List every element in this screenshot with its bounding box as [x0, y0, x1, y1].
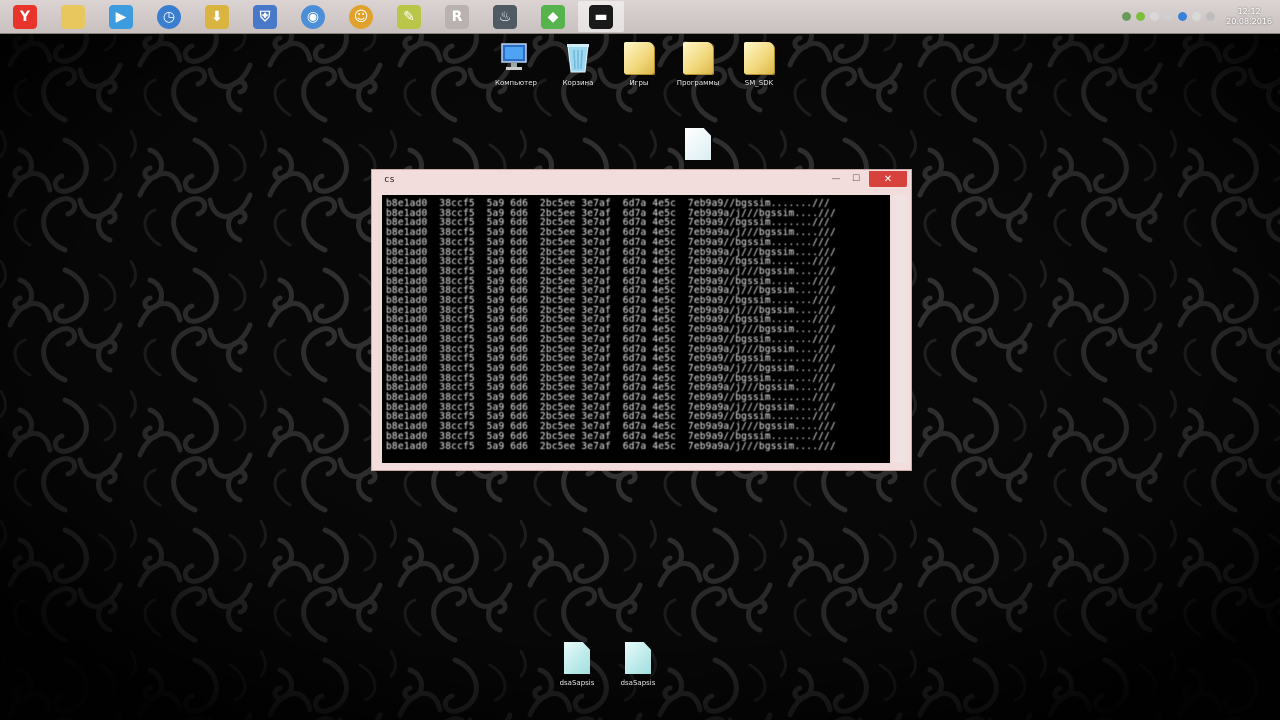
- desktop-icon-recycle-bin[interactable]: Корзина: [546, 40, 610, 87]
- console-window[interactable]: cs — ☐ ✕ b8e1ad0 38ccf5 5a9 6d6 2bc5ee 3…: [371, 169, 912, 471]
- system-tray: 12:12 20.08.2016: [1122, 0, 1272, 33]
- taskbar-button-colorful-app[interactable]: ◆: [530, 1, 576, 32]
- tray-volume-icon[interactable]: [1192, 12, 1202, 21]
- folder-icon: [622, 40, 656, 76]
- taskbar-button-steam[interactable]: ♨: [482, 1, 528, 32]
- tray-clock[interactable]: 12:12 20.08.2016: [1226, 7, 1272, 27]
- security-shield-icon: ⛨: [253, 4, 277, 29]
- colorful-app-icon: ◆: [541, 4, 565, 29]
- smiley-app-icon: ☺: [349, 4, 373, 29]
- desktop-icon-label: Компьютер: [495, 79, 537, 87]
- desktop-icon-label: dsaSapsis: [620, 679, 656, 687]
- computer-icon: [499, 40, 533, 76]
- download-app-icon: ⬇: [205, 4, 229, 29]
- desktop-icon-label: Программы: [676, 79, 720, 87]
- desktop-icon-label: Корзина: [562, 79, 594, 87]
- media-player-icon: ▶: [109, 4, 133, 29]
- desktop-icon-label: dsaSapsis: [559, 679, 595, 687]
- desktop-icon-programs[interactable]: Программы: [666, 40, 730, 87]
- console-scrollbar[interactable]: [893, 195, 907, 463]
- taskbar-button-security-shield[interactable]: ⛨: [242, 1, 288, 32]
- tray-language-icon[interactable]: [1206, 12, 1216, 21]
- globe-icon: ◉: [301, 4, 325, 29]
- steam-icon: ♨: [493, 4, 517, 29]
- desktop-icon-games[interactable]: Игры: [607, 40, 671, 87]
- tray-arrow-icon[interactable]: [1122, 12, 1132, 21]
- clock-time: 12:12: [1237, 6, 1261, 16]
- taskbar-button-file-explorer[interactable]: [50, 1, 96, 32]
- taskbar-button-clock-app[interactable]: ◷: [146, 1, 192, 32]
- recycle-bin-icon: [561, 40, 595, 76]
- taskbar-button-smiley-app[interactable]: ☺: [338, 1, 384, 32]
- minimize-button[interactable]: —: [827, 172, 845, 186]
- desktop-icon-computer[interactable]: Компьютер: [484, 40, 548, 87]
- taskbar-button-media-player[interactable]: ▶: [98, 1, 144, 32]
- yandex-browser-icon: Y: [13, 4, 37, 29]
- file-icon: [560, 640, 594, 676]
- tray-nvidia-icon[interactable]: [1136, 12, 1146, 21]
- command-prompt-icon: ▬: [589, 4, 613, 29]
- window-title: cs: [384, 175, 395, 185]
- taskbar-button-yandex-browser[interactable]: Y: [2, 1, 48, 32]
- tray-status-icon[interactable]: [1164, 12, 1174, 21]
- window-titlebar[interactable]: cs — ☐ ✕: [372, 170, 911, 194]
- folder-icon: [681, 40, 715, 76]
- tray-network-icon[interactable]: [1150, 12, 1160, 21]
- console-output-text: b8e1ad0 38ccf5 5a9 6d6 2bc5ee 3e7af 6d7a…: [386, 198, 836, 452]
- taskbar: Y ▶ ◷ ⬇ ⛨ ◉ ☺ ✎ R ♨ ◆ ▬ 12:12 20.08.2016: [0, 0, 1280, 34]
- file-icon: [621, 640, 655, 676]
- rpg-app-icon: R: [445, 4, 469, 29]
- desktop-icon-label: Игры: [629, 79, 649, 87]
- taskbar-button-paint-app[interactable]: ✎: [386, 1, 432, 32]
- taskbar-button-download-app[interactable]: ⬇: [194, 1, 240, 32]
- desktop-icon-document[interactable]: [666, 126, 730, 165]
- console-output-area[interactable]: b8e1ad0 38ccf5 5a9 6d6 2bc5ee 3e7af 6d7a…: [382, 195, 890, 463]
- desktop-icon-file-2[interactable]: dsaSapsis: [606, 640, 670, 687]
- close-button[interactable]: ✕: [869, 171, 907, 187]
- taskbar-button-globe[interactable]: ◉: [290, 1, 336, 32]
- clock-app-icon: ◷: [157, 4, 181, 29]
- clock-date: 20.08.2016: [1226, 16, 1272, 26]
- desktop-icon-file-1[interactable]: dsaSapsis: [545, 640, 609, 687]
- file-explorer-icon: [61, 4, 85, 29]
- desktop[interactable]: Y ▶ ◷ ⬇ ⛨ ◉ ☺ ✎ R ♨ ◆ ▬ 12:12 20.08.2016 Компьютер Ко…: [0, 0, 1280, 720]
- taskbar-button-rpg-app[interactable]: R: [434, 1, 480, 32]
- folder-icon: [742, 40, 776, 76]
- maximize-button[interactable]: ☐: [847, 172, 865, 186]
- document-icon: [681, 126, 715, 162]
- paint-app-icon: ✎: [397, 4, 421, 29]
- tray-bluetooth-icon[interactable]: [1178, 12, 1188, 21]
- desktop-icon-folder-3[interactable]: SM_SDK: [727, 40, 791, 87]
- taskbar-button-command-prompt[interactable]: ▬: [578, 1, 624, 32]
- desktop-icon-label: SM_SDK: [744, 79, 774, 87]
